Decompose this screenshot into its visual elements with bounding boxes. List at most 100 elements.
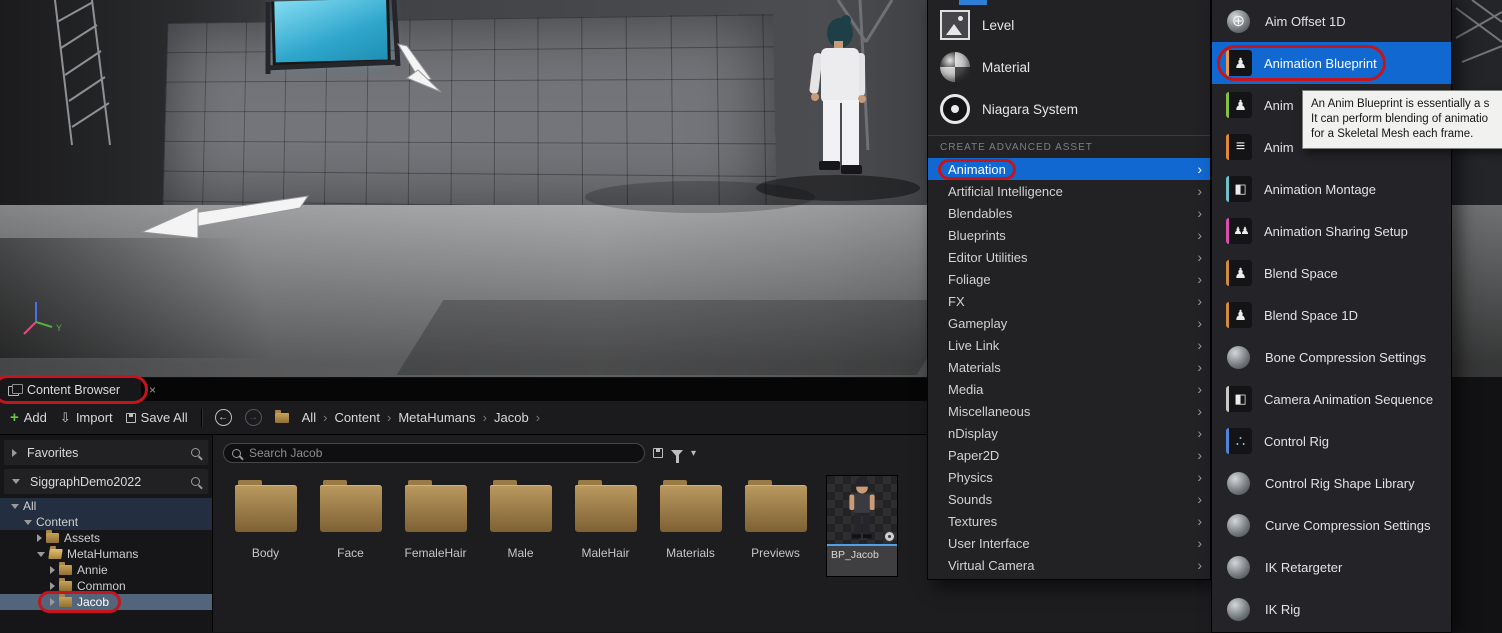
back-button[interactable]: ← [215, 409, 232, 426]
tree-item[interactable]: Assets [0, 530, 212, 546]
breadcrumb-item[interactable]: MetaHumans › [398, 410, 487, 425]
menu-item[interactable]: Virtual Camera [928, 554, 1210, 576]
save-search-icon[interactable] [653, 448, 663, 458]
submenu-item[interactable]: IK Rig [1212, 588, 1451, 630]
content-browser-tab[interactable]: Content Browser [0, 378, 141, 401]
submenu-item[interactable]: Control Rig [1212, 420, 1451, 462]
floor-shadow [397, 300, 964, 375]
add-button[interactable]: + Add [10, 410, 47, 425]
menu-item[interactable]: User Interface [928, 532, 1210, 554]
menu-item[interactable]: Media [928, 378, 1210, 400]
asset-tile-bp-jacob[interactable]: BP_Jacob [826, 475, 898, 577]
forward-button[interactable]: → [245, 409, 262, 426]
breadcrumb-item[interactable]: Jacob › [494, 410, 540, 425]
tree-item[interactable]: All [0, 498, 212, 514]
submenu-item[interactable]: Animation Sharing Setup [1212, 210, 1451, 252]
menu-item[interactable]: Physics [928, 466, 1210, 488]
breadcrumb-item[interactable]: Content › [334, 410, 391, 425]
menu-item[interactable]: Gameplay [928, 312, 1210, 334]
tree-item[interactable]: Annie [0, 562, 212, 578]
menu-item[interactable]: Material [928, 46, 1210, 88]
level-icon [940, 10, 970, 40]
breadcrumb-item[interactable]: All › [302, 410, 328, 425]
menu-item[interactable]: Miscellaneous [928, 400, 1210, 422]
search-icon[interactable] [191, 477, 200, 486]
submenu-item[interactable]: Animation Montage [1212, 168, 1451, 210]
ik-retargeter-icon [1227, 556, 1250, 579]
breadcrumb-separator-icon: › [483, 410, 487, 425]
folder-tile[interactable]: MaleHair [563, 475, 648, 560]
menu-item[interactable]: Niagara System [928, 88, 1210, 130]
submenu-item[interactable]: Aim Offset 1D [1212, 0, 1451, 42]
blend-space-icon [1226, 260, 1252, 286]
folder-tile[interactable]: Male [478, 475, 563, 560]
expander-icon[interactable] [24, 520, 32, 525]
folder-tile[interactable]: Materials [648, 475, 733, 560]
search-input[interactable] [247, 445, 636, 461]
tree-item[interactable]: Jacob [0, 594, 212, 610]
breadcrumb-separator-icon: › [323, 410, 327, 425]
expander-icon[interactable] [11, 504, 19, 509]
submenu-item[interactable]: Camera Animation Sequence [1212, 378, 1451, 420]
save-all-button[interactable]: Save All [126, 410, 188, 425]
menu-item[interactable]: Blendables [928, 202, 1210, 224]
expander-icon[interactable] [50, 598, 55, 606]
folder-icon [275, 413, 289, 423]
favorites-section[interactable]: Favorites [4, 440, 208, 465]
submenu-item[interactable]: Curve Compression Settings [1212, 504, 1451, 546]
menu-item[interactable]: Animation [928, 158, 1210, 180]
bone-compression-settings-icon [1227, 346, 1250, 369]
led-screen [271, 0, 391, 66]
tab-close-icon[interactable]: × [149, 383, 156, 397]
menu-item[interactable]: Live Link [928, 334, 1210, 356]
menu-item[interactable]: Artificial Intelligence [928, 180, 1210, 202]
expander-icon[interactable] [37, 534, 42, 542]
folder-tile[interactable]: Face [308, 475, 393, 560]
filter-icon[interactable] [671, 450, 683, 457]
submenu-chevron-icon [1197, 316, 1202, 331]
menu-item[interactable]: Foliage [928, 268, 1210, 290]
submenu-item[interactable]: Blend Space [1212, 252, 1451, 294]
expander-icon[interactable] [37, 552, 45, 557]
folder-icon [490, 485, 552, 532]
tree-item[interactable]: MetaHumans [0, 546, 212, 562]
submenu-item[interactable]: Animation Blueprint [1212, 42, 1451, 84]
submenu-item[interactable]: Blend Space 1D [1212, 294, 1451, 336]
niagara-system-icon [940, 94, 970, 124]
curve-compression-settings-icon [1227, 514, 1250, 537]
menu-item[interactable]: Level [928, 4, 1210, 46]
menu-item[interactable]: Blueprints [928, 224, 1210, 246]
import-button[interactable]: ⇩ Import [60, 410, 113, 425]
tree-item[interactable]: Common [0, 578, 212, 594]
submenu-chevron-icon [1197, 250, 1202, 265]
folder-tile[interactable]: Body [223, 475, 308, 560]
menu-item[interactable]: nDisplay [928, 422, 1210, 444]
expander-icon[interactable] [50, 566, 55, 574]
submenu-item[interactable]: Bone Compression Settings [1212, 336, 1451, 378]
submenu-chevron-icon [1197, 184, 1202, 199]
folder-icon [235, 485, 297, 532]
asset-label: BP_Jacob [827, 546, 897, 576]
submenu-item[interactable]: Control Rig Shape Library [1212, 462, 1451, 504]
folder-tile[interactable]: Previews [733, 475, 818, 560]
menu-item[interactable]: Textures [928, 510, 1210, 532]
folder-tile[interactable]: FemaleHair [393, 475, 478, 560]
expander-icon[interactable] [50, 582, 55, 590]
aim-offset-1d-icon [1227, 10, 1250, 33]
project-section[interactable]: SiggraphDemo2022 [4, 469, 208, 494]
anim-asset-icon [1226, 92, 1252, 118]
folder-icon [59, 581, 72, 591]
submenu-chevron-icon [1197, 536, 1202, 551]
filter-caret-icon[interactable]: ▾ [691, 448, 696, 459]
tree-item[interactable]: Content [0, 514, 212, 530]
menu-item[interactable]: Paper2D [928, 444, 1210, 466]
breadcrumb: All › Content › MetaHumans › Jacob [302, 410, 540, 425]
menu-item[interactable]: Sounds [928, 488, 1210, 510]
menu-item[interactable]: Materials [928, 356, 1210, 378]
search-icon[interactable] [191, 448, 200, 457]
menu-item[interactable]: FX [928, 290, 1210, 312]
submenu-item[interactable]: IK Retargeter [1212, 546, 1451, 588]
control-rig-shape-library-icon [1227, 472, 1250, 495]
folder-icon [48, 549, 62, 559]
menu-item[interactable]: Editor Utilities [928, 246, 1210, 268]
